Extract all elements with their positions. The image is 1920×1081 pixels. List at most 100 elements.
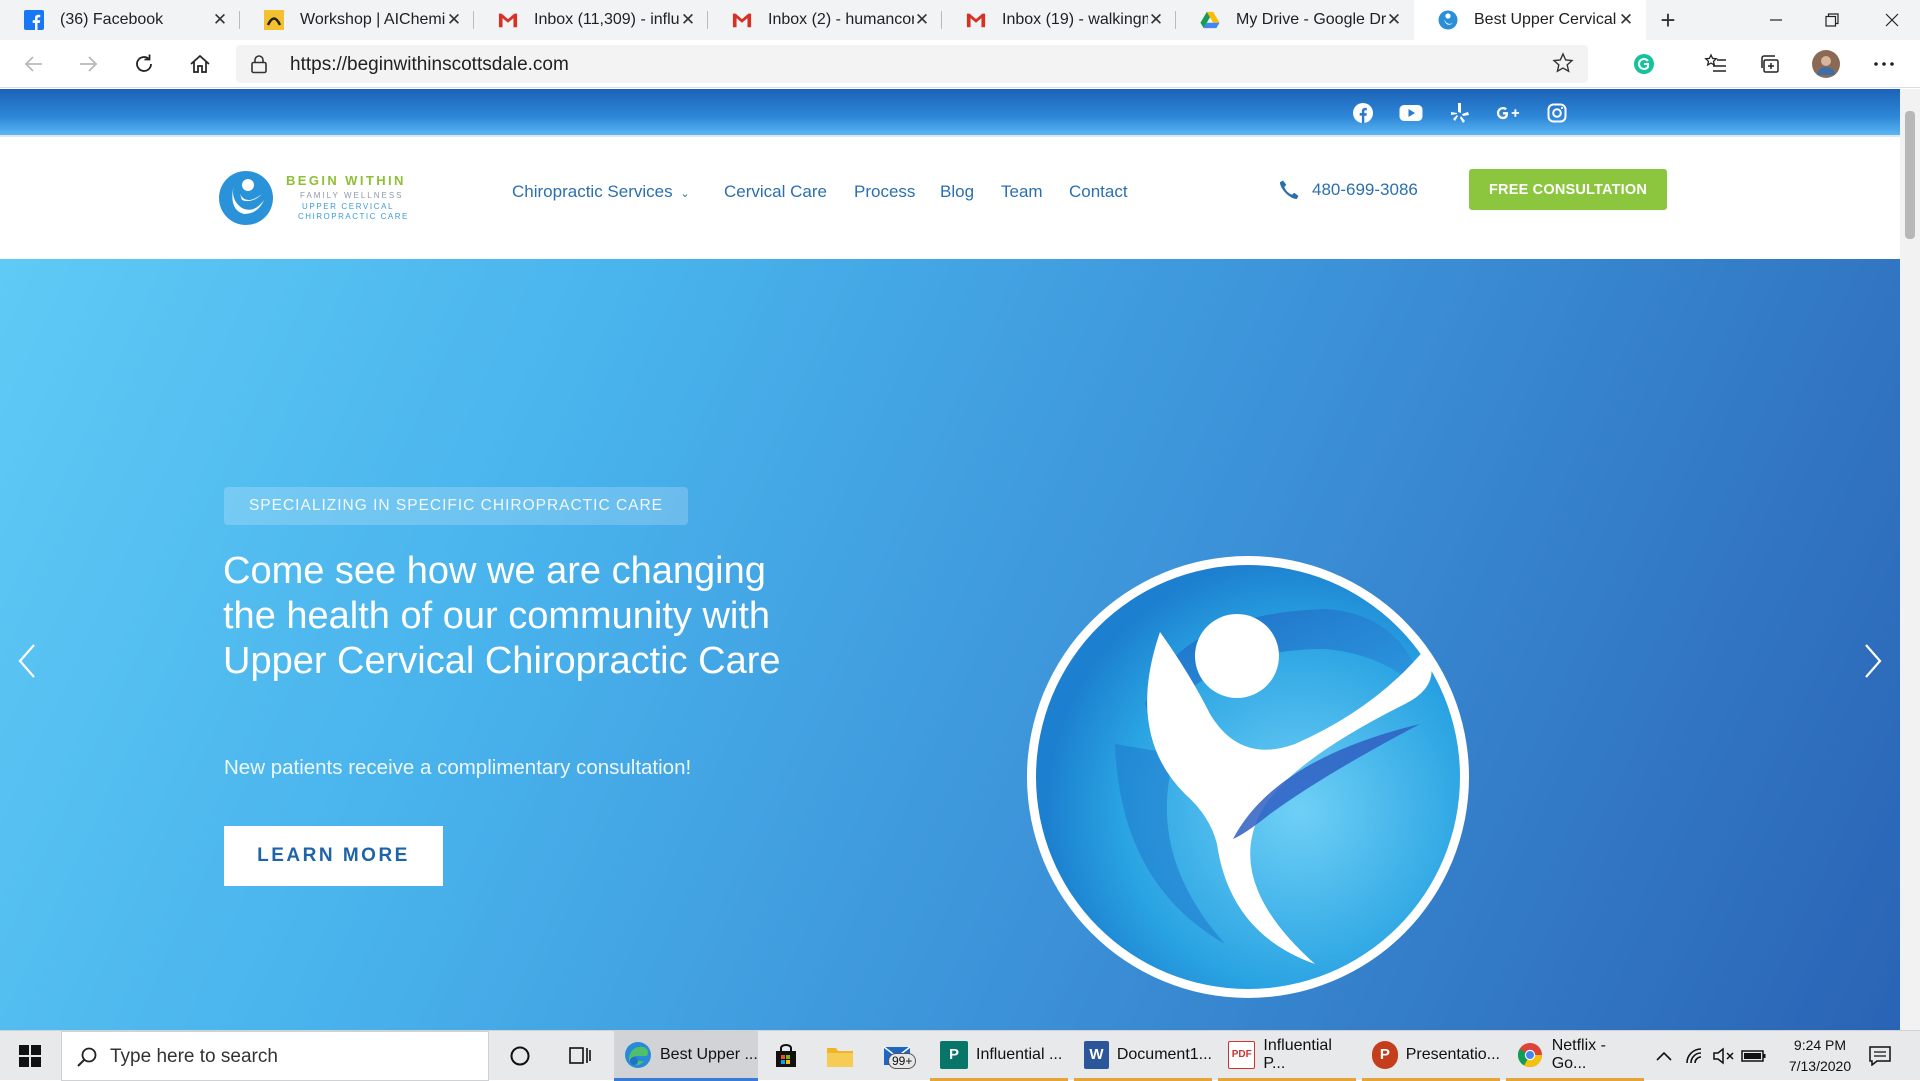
chrome-icon	[1516, 1041, 1544, 1069]
edge-icon	[624, 1041, 652, 1069]
close-icon[interactable]: ✕	[212, 10, 228, 30]
slider-prev-arrow-icon[interactable]	[12, 639, 42, 683]
word-icon: W	[1084, 1040, 1109, 1069]
facebook-icon	[24, 10, 44, 30]
nav-label: Chiropractic Services	[512, 182, 673, 201]
lock-icon[interactable]	[250, 54, 268, 79]
logo-tagline: UPPER CERVICAL	[302, 202, 395, 211]
web-page: BEGIN WITHIN FAMILY WELLNESS UPPER CERVI…	[0, 89, 1900, 1030]
new-tab-button[interactable]: +	[1652, 4, 1684, 36]
site-logo[interactable]: BEGIN WITHIN FAMILY WELLNESS UPPER CERVI…	[218, 167, 432, 229]
yelp-icon[interactable]	[1448, 101, 1472, 125]
youtube-icon[interactable]	[1399, 101, 1423, 125]
gmail-icon	[966, 10, 986, 30]
search-placeholder: Type here to search	[110, 1046, 278, 1067]
site-header: BEGIN WITHIN FAMILY WELLNESS UPPER CERVI…	[0, 137, 1900, 259]
star-icon[interactable]	[1552, 52, 1574, 79]
free-consultation-button[interactable]: FREE CONSULTATION	[1469, 169, 1667, 210]
logo-mark-icon	[219, 171, 273, 225]
powerpoint-icon: P	[1372, 1040, 1398, 1069]
tab-facebook[interactable]: (36) Facebook ✕	[0, 0, 240, 40]
tab-begin-within[interactable]: Best Upper Cervical Ch ✕	[1414, 0, 1646, 40]
forward-button[interactable]	[70, 46, 106, 82]
nav-process[interactable]: Process	[854, 182, 915, 202]
favorites-list-icon[interactable]	[1698, 46, 1734, 82]
tab-title: Inbox (2) - humancom	[768, 11, 914, 28]
taskbar-app-powerpoint[interactable]: P Presentatio...	[1362, 1031, 1500, 1081]
alchemica-icon	[264, 10, 284, 30]
taskbar-app-label: Netflix - Go...	[1551, 1036, 1606, 1072]
home-button[interactable]	[182, 46, 218, 82]
clock-date[interactable]: 7/13/2020	[1777, 1058, 1863, 1074]
browser-tab-strip: (36) Facebook ✕ Workshop | AIChemica ✕ I…	[0, 0, 1920, 40]
tab-gmail-influer[interactable]: Inbox (11,309) - influer ✕	[474, 0, 708, 40]
cortana-icon[interactable]	[496, 1031, 544, 1081]
tab-gmail-walkingmi[interactable]: Inbox (19) - walkingmi ✕	[942, 0, 1176, 40]
taskbar-app-edge[interactable]: Best Upper ...	[614, 1031, 758, 1081]
profile-avatar[interactable]	[1808, 46, 1844, 82]
url-text[interactable]: https://beginwithinscottsdale.com	[290, 54, 569, 76]
task-view-icon[interactable]	[556, 1031, 604, 1081]
phone-number-link[interactable]: 480-699-3086	[1312, 180, 1418, 200]
hero-slider: SPECIALIZING IN SPECIFIC CHIROPRACTIC CA…	[0, 259, 1900, 1030]
close-icon[interactable]: ✕	[446, 10, 462, 30]
start-button[interactable]	[0, 1031, 60, 1081]
nav-contact[interactable]: Contact	[1069, 182, 1128, 202]
microsoft-store-icon[interactable]	[762, 1031, 810, 1081]
clock-time[interactable]: 9:24 PM	[1785, 1037, 1855, 1053]
taskbar-app-chrome[interactable]: Netflix - Go...	[1506, 1031, 1644, 1081]
hero-subline: New patients receive a complimentary con…	[224, 756, 692, 779]
grammarly-icon[interactable]	[1626, 46, 1662, 82]
windows-taskbar: Type here to search Best Upper ... 99+ P…	[0, 1030, 1920, 1081]
taskbar-app-label: Presentatio...	[1405, 1045, 1500, 1063]
hero-headline: Come see how we are changing the health …	[223, 550, 781, 682]
collections-icon[interactable]	[1752, 46, 1788, 82]
tab-title: My Drive - Google Driv	[1236, 11, 1386, 28]
close-icon[interactable]: ✕	[680, 10, 696, 30]
refresh-button[interactable]	[126, 46, 162, 82]
nav-team[interactable]: Team	[1001, 182, 1043, 202]
taskbar-app-label: Influential ...	[976, 1045, 1063, 1063]
tab-alchemica[interactable]: Workshop | AIChemica ✕	[240, 0, 474, 40]
tab-title: Workshop | AIChemica	[300, 11, 446, 28]
chevron-down-icon: ⌄	[680, 188, 690, 200]
taskbar-app-word[interactable]: W Document1...	[1074, 1031, 1212, 1081]
nav-chiropractic-services[interactable]: Chiropractic Services ⌄	[512, 182, 690, 202]
tab-gmail-humancom[interactable]: Inbox (2) - humancom ✕	[708, 0, 942, 40]
taskbar-app-publisher[interactable]: P Influential ...	[930, 1031, 1068, 1081]
close-icon[interactable]: ✕	[1618, 10, 1634, 30]
taskbar-app-pdf[interactable]: PDF Influential P...	[1218, 1031, 1356, 1081]
tab-google-drive[interactable]: My Drive - Google Driv ✕	[1176, 0, 1414, 40]
slider-next-arrow-icon[interactable]	[1858, 639, 1888, 683]
taskbar-search-input[interactable]: Type here to search	[61, 1031, 489, 1081]
close-window-button[interactable]	[1864, 0, 1920, 40]
page-scrollbar[interactable]	[1900, 89, 1920, 1030]
close-icon[interactable]: ✕	[1386, 10, 1402, 30]
hero-logo-emblem	[1025, 554, 1471, 1000]
close-icon[interactable]: ✕	[914, 10, 930, 30]
hero-tag: SPECIALIZING IN SPECIFIC CHIROPRACTIC CA…	[224, 487, 688, 525]
url-field[interactable]: https://beginwithinscottsdale.com	[236, 45, 1588, 83]
learn-more-button[interactable]: LEARN MORE	[224, 826, 443, 886]
pdf-icon: PDF	[1228, 1040, 1256, 1069]
google-plus-icon[interactable]	[1496, 101, 1520, 125]
scrollbar-thumb[interactable]	[1905, 111, 1915, 239]
nav-cervical-care[interactable]: Cervical Care	[724, 182, 827, 202]
tab-title: Best Upper Cervical Ch	[1474, 11, 1618, 28]
taskbar-app-label: Best Upper ...	[660, 1045, 758, 1063]
back-button[interactable]	[16, 46, 52, 82]
search-icon	[76, 1046, 98, 1073]
more-menu-icon[interactable]	[1866, 46, 1902, 82]
notifications-icon[interactable]	[1858, 1031, 1902, 1081]
close-icon[interactable]: ✕	[1148, 10, 1164, 30]
instagram-icon[interactable]	[1545, 101, 1569, 125]
minimize-button[interactable]	[1748, 0, 1804, 40]
taskbar-app-label: Document1...	[1116, 1045, 1212, 1063]
facebook-icon[interactable]	[1351, 101, 1375, 125]
restore-button[interactable]	[1804, 0, 1860, 40]
battery-icon[interactable]	[1730, 1031, 1778, 1081]
nav-blog[interactable]: Blog	[940, 182, 974, 202]
file-explorer-icon[interactable]	[816, 1031, 864, 1081]
google-drive-icon	[1200, 10, 1220, 30]
logo-tagline: CHIROPRACTIC CARE	[298, 212, 409, 221]
